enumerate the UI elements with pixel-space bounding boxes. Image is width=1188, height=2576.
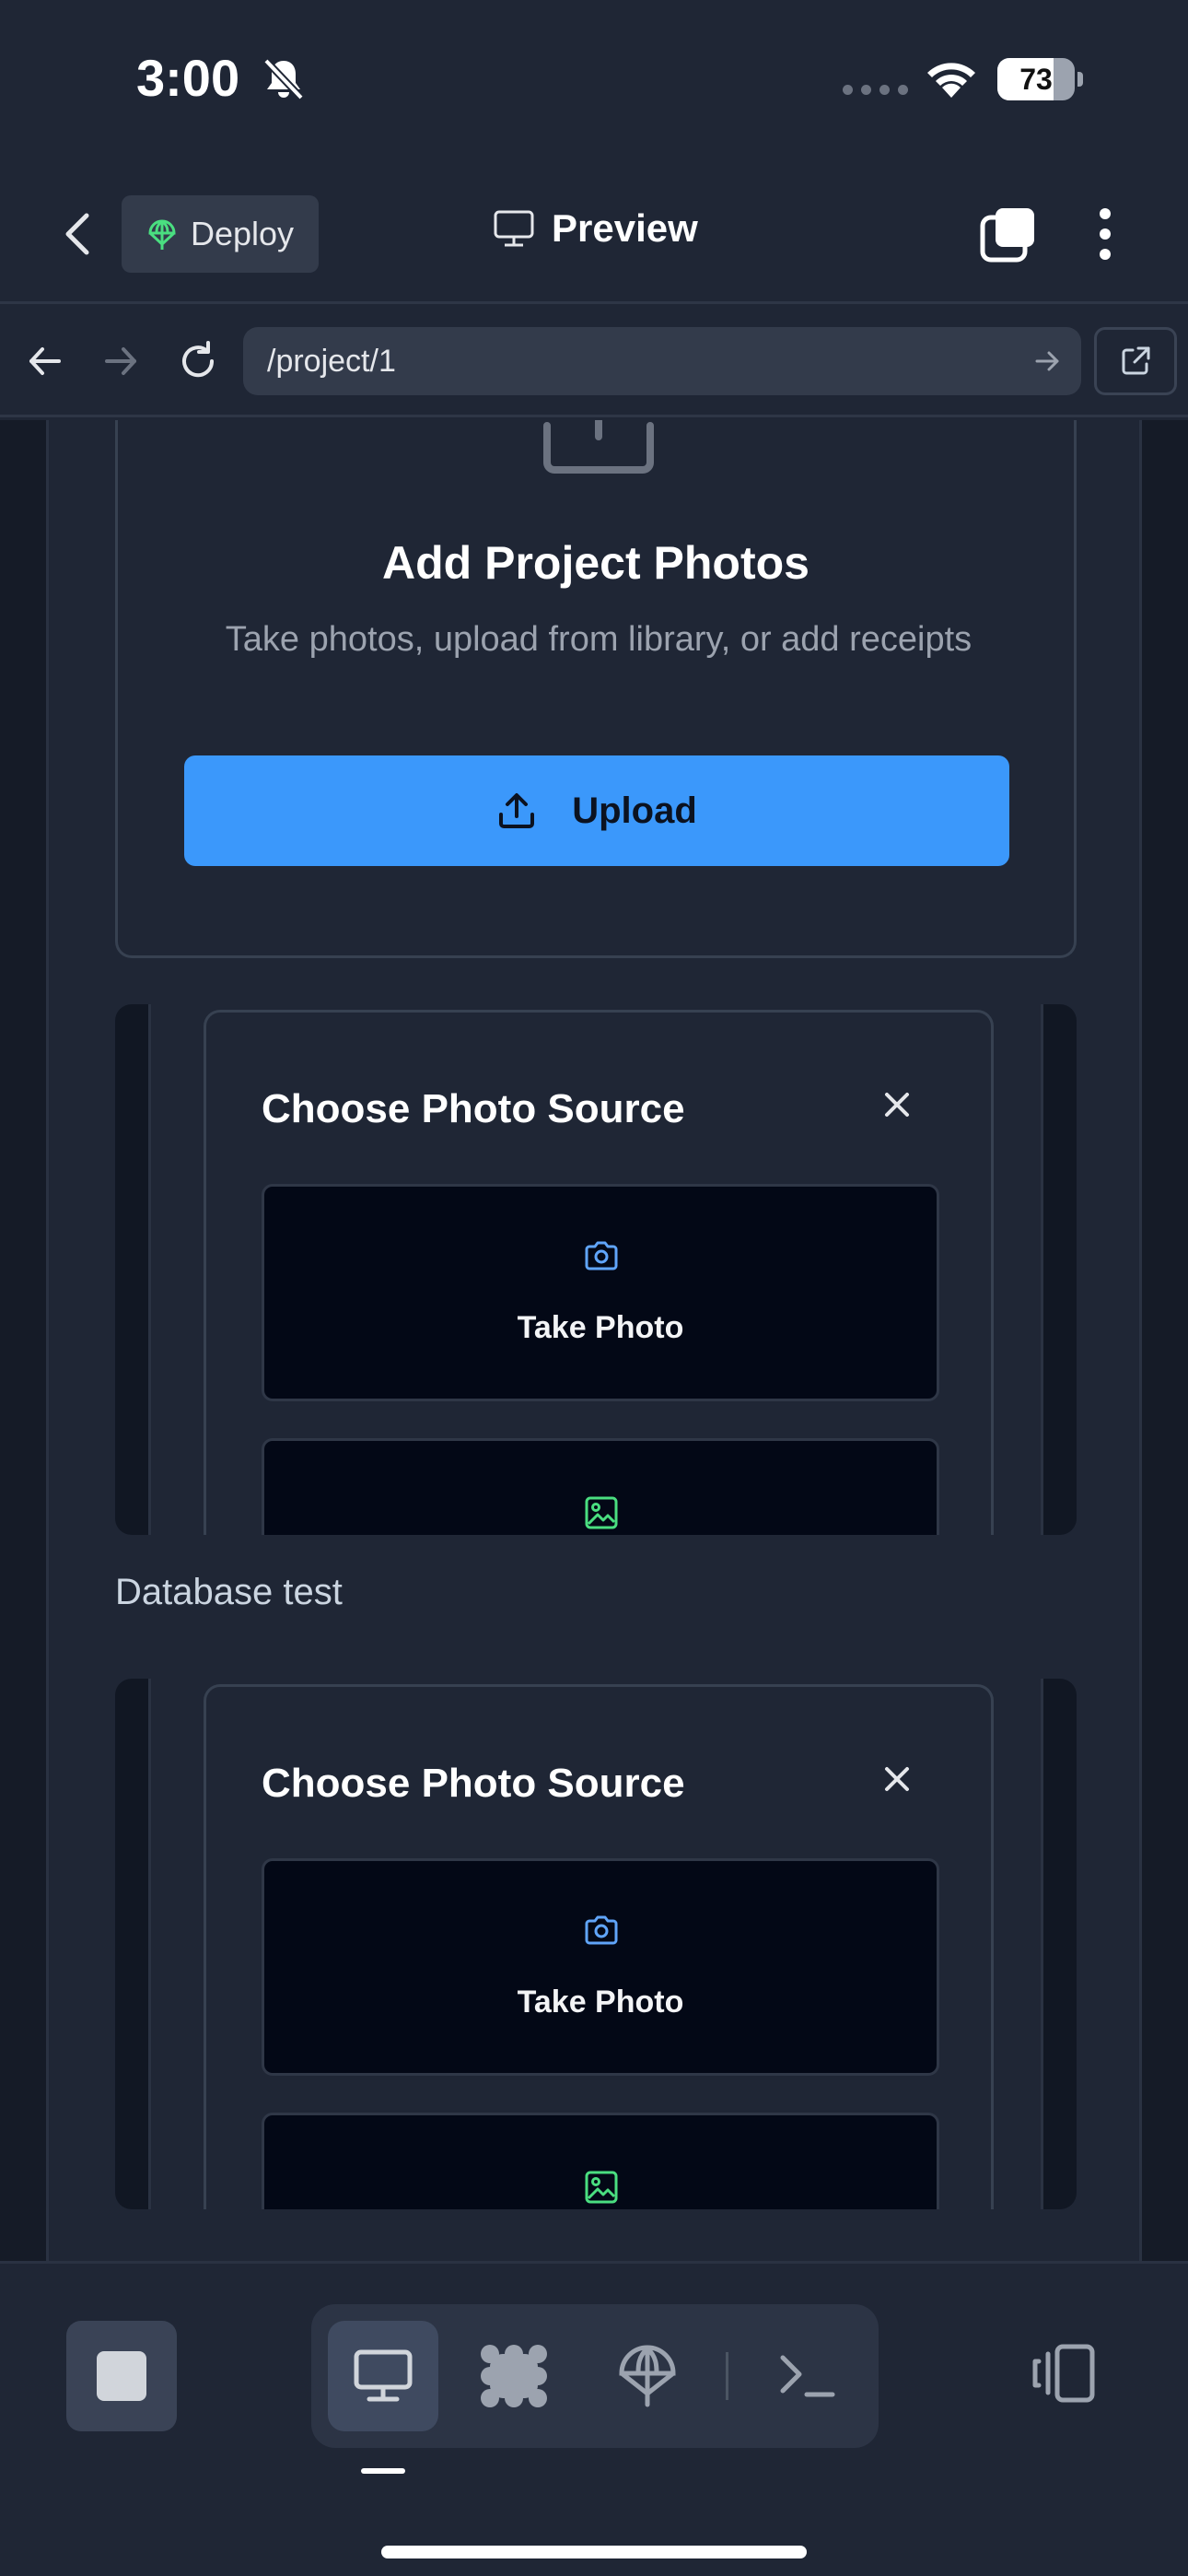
battery-percent: 73	[1019, 63, 1053, 96]
upload-button[interactable]: Upload	[184, 755, 1009, 866]
photo-source-modal: Choose Photo Source Take Photo	[204, 1010, 994, 1535]
wifi-icon	[924, 57, 979, 102]
photo-source-modal: Choose Photo Source Take Photo	[204, 1684, 994, 2209]
take-photo-option[interactable]: Take Photo	[262, 1184, 939, 1401]
browser-forward-button[interactable]	[101, 342, 140, 385]
take-photo-option[interactable]: Take Photo	[262, 1858, 939, 2076]
open-external-button[interactable]	[1094, 327, 1177, 395]
stop-button[interactable]	[66, 2321, 177, 2431]
modal-title: Choose Photo Source	[262, 1761, 685, 1806]
status-time: 3:00	[136, 49, 240, 107]
home-indicator	[381, 2546, 807, 2558]
upload-tray-icon	[542, 420, 656, 480]
choose-library-option[interactable]	[262, 2113, 939, 2209]
tabs-icon	[980, 208, 1034, 263]
bottom-toolbar	[0, 2261, 1188, 2576]
arrow-left-icon	[29, 347, 61, 375]
upload-label: Upload	[572, 790, 697, 831]
browser-back-button[interactable]	[26, 342, 64, 385]
arrow-right-icon	[105, 347, 136, 375]
photo-source-preview: Choose Photo Source Take Photo	[115, 1679, 1077, 2209]
option-label: Take Photo	[517, 1985, 684, 2020]
url-text: /project/1	[267, 343, 396, 379]
image-icon	[583, 1494, 620, 1535]
page-title: Preview	[493, 206, 698, 251]
monitor-icon	[494, 210, 534, 247]
monitor-icon	[354, 2349, 413, 2402]
close-button[interactable]	[882, 1764, 912, 1798]
status-bar: 3:00 73	[0, 0, 1188, 166]
photo-upload-dropzone[interactable]: Add Project Photos Take photos, upload f…	[115, 420, 1077, 958]
option-label: Take Photo	[517, 1310, 684, 1345]
battery-indicator: 73	[997, 58, 1083, 100]
url-input[interactable]: /project/1	[243, 327, 1081, 395]
deploy-icon	[619, 2345, 676, 2407]
silent-bell-icon	[262, 57, 305, 106]
reload-icon	[182, 341, 215, 378]
external-link-icon	[1122, 346, 1150, 375]
camera-icon	[583, 1914, 620, 1950]
chevron-left-icon	[65, 213, 89, 255]
tabs-button[interactable]	[979, 205, 1038, 268]
preview-tab[interactable]	[328, 2321, 438, 2431]
upload-icon	[499, 793, 535, 828]
web-preview[interactable]: Add Project Photos Take photos, upload f…	[0, 420, 1188, 2261]
go-arrow-icon[interactable]	[1033, 347, 1061, 375]
browser-toolbar: /project/1	[0, 307, 1188, 417]
terminal-icon	[780, 2355, 835, 2397]
close-button[interactable]	[882, 1090, 912, 1124]
devices-icon	[1032, 2344, 1095, 2403]
upload-subtitle: Take photos, upload from library, or add…	[225, 620, 973, 659]
title-text: Preview	[552, 206, 698, 250]
terminal-tab[interactable]	[751, 2321, 862, 2431]
more-options-button[interactable]	[1096, 206, 1114, 266]
deploy-icon	[148, 219, 176, 250]
deploy-tab[interactable]	[592, 2321, 703, 2431]
image-icon	[583, 2169, 620, 2209]
close-icon	[885, 1767, 909, 1791]
close-icon	[885, 1093, 909, 1117]
back-button[interactable]	[55, 206, 101, 262]
workflow-tab[interactable]	[459, 2321, 569, 2431]
deploy-label: Deploy	[190, 215, 295, 252]
divider	[726, 2352, 728, 2400]
camera-icon	[583, 1240, 620, 1276]
device-toggle-button[interactable]	[1030, 2343, 1098, 2408]
page-container: Add Project Photos Take photos, upload f…	[46, 420, 1142, 2261]
upload-title: Add Project Photos	[382, 537, 809, 589]
workflow-icon	[481, 2345, 547, 2407]
photo-source-preview: Choose Photo Source Take Photo	[115, 1004, 1077, 1535]
more-vertical-icon	[1100, 208, 1111, 260]
cellular-signal-icon	[843, 85, 908, 95]
section-label: Database test	[115, 1572, 343, 1612]
deploy-button[interactable]: Deploy	[122, 195, 319, 273]
reload-button[interactable]	[177, 340, 219, 387]
choose-library-option[interactable]	[262, 1438, 939, 1535]
view-switcher	[311, 2304, 879, 2448]
active-tab-indicator	[361, 2468, 405, 2474]
preview-header: Deploy Preview	[0, 166, 1188, 304]
stop-icon	[97, 2351, 146, 2401]
modal-title: Choose Photo Source	[262, 1086, 685, 1131]
